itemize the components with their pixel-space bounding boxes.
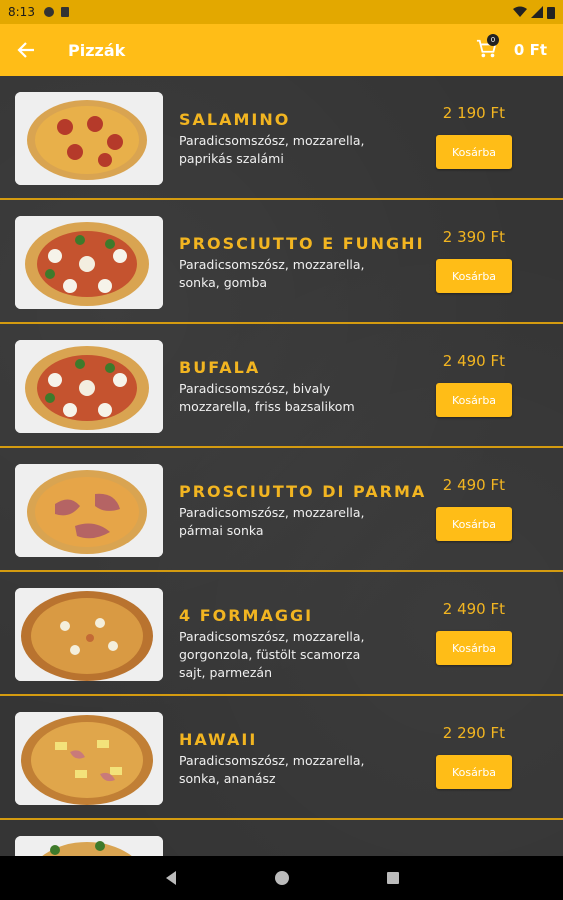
cart-total: 0 Ft: [513, 41, 547, 59]
product-item[interactable]: PROSCIUTTO E FUNGHI Paradicsomszósz, moz…: [0, 200, 563, 324]
system-nav-bar: [0, 856, 563, 900]
product-price: 2 490 Ft: [442, 476, 505, 494]
app-notification-icon: [43, 7, 54, 17]
product-description: Paradicsomszósz, bivaly mozzarella, fris…: [179, 381, 355, 414]
product-image: [15, 588, 163, 681]
add-to-cart-button[interactable]: Kosárba: [436, 507, 512, 541]
cart-count-badge: 0: [486, 34, 499, 46]
product-name: BUFALA: [179, 358, 261, 377]
product-name: PROSCIUTTO E FUNGHI: [179, 234, 425, 253]
status-system-icons: [513, 6, 555, 19]
app-bar: Pizzák 0 0 Ft: [0, 24, 563, 76]
back-button[interactable]: [14, 38, 38, 62]
product-image: [15, 92, 163, 185]
product-image: [15, 712, 163, 805]
product-item[interactable]: HAWAII Paradicsomszósz, mozzarella, sonk…: [0, 696, 563, 820]
page-title: Pizzák: [68, 40, 126, 60]
wifi-icon: [513, 6, 527, 17]
product-item[interactable]: 4 FORMAGGI Paradicsomszósz, mozzarella, …: [0, 572, 563, 696]
product-image: [15, 464, 163, 557]
product-price: 2 490 Ft: [442, 600, 505, 618]
add-to-cart-button[interactable]: Kosárba: [436, 383, 512, 417]
cart-button[interactable]: 0: [476, 34, 500, 62]
product-price: 2 290 Ft: [442, 724, 505, 742]
add-to-cart-button[interactable]: Kosárba: [436, 631, 512, 665]
product-price: 2 190 Ft: [442, 104, 505, 122]
product-description: Paradicsomszósz, mozzarella, sonka, anan…: [179, 753, 365, 786]
product-price: 2 490 Ft: [442, 352, 505, 370]
nav-back-icon[interactable]: [164, 870, 178, 886]
product-image: [15, 216, 163, 309]
add-to-cart-button[interactable]: Kosárba: [436, 135, 512, 169]
product-price: 2 390 Ft: [442, 228, 505, 246]
product-image: [15, 836, 163, 856]
product-name: SALAMINO: [179, 110, 291, 129]
product-description: Paradicsomszósz, mozzarella, gorgonzola,…: [179, 629, 365, 680]
product-description: Paradicsomszósz, mozzarella, paprikás sz…: [179, 133, 365, 166]
sd-card-icon: [60, 7, 69, 17]
product-image: [15, 340, 163, 433]
nav-home-icon[interactable]: [274, 870, 290, 886]
product-list[interactable]: SALAMINO Paradicsomszósz, mozzarella, pa…: [0, 76, 563, 856]
product-item[interactable]: BUFALA Paradicsomszósz, bivaly mozzarell…: [0, 324, 563, 448]
product-description: Paradicsomszósz, mozzarella, pármai sonk…: [179, 505, 365, 538]
product-item[interactable]: PROSCIUTTO DI PARMA Paradicsomszósz, moz…: [0, 448, 563, 572]
product-name: HAWAII: [179, 730, 258, 749]
status-time: 8:13: [8, 5, 35, 19]
product-description: Paradicsomszósz, mozzarella, sonka, gomb…: [179, 257, 365, 290]
back-arrow-icon: [17, 42, 34, 58]
product-name: PROSCIUTTO DI PARMA: [179, 482, 427, 501]
product-item[interactable]: SALAMINO Paradicsomszósz, mozzarella, pa…: [0, 76, 563, 200]
nav-recents-icon[interactable]: [386, 871, 400, 885]
product-item[interactable]: [0, 820, 563, 856]
product-name: 4 FORMAGGI: [179, 606, 314, 625]
add-to-cart-button[interactable]: Kosárba: [436, 259, 512, 293]
status-bar: 8:13: [0, 0, 563, 24]
add-to-cart-button[interactable]: Kosárba: [436, 755, 512, 789]
signal-icon: [531, 6, 543, 18]
battery-icon: [547, 6, 555, 19]
status-notification-icons: [43, 6, 71, 18]
